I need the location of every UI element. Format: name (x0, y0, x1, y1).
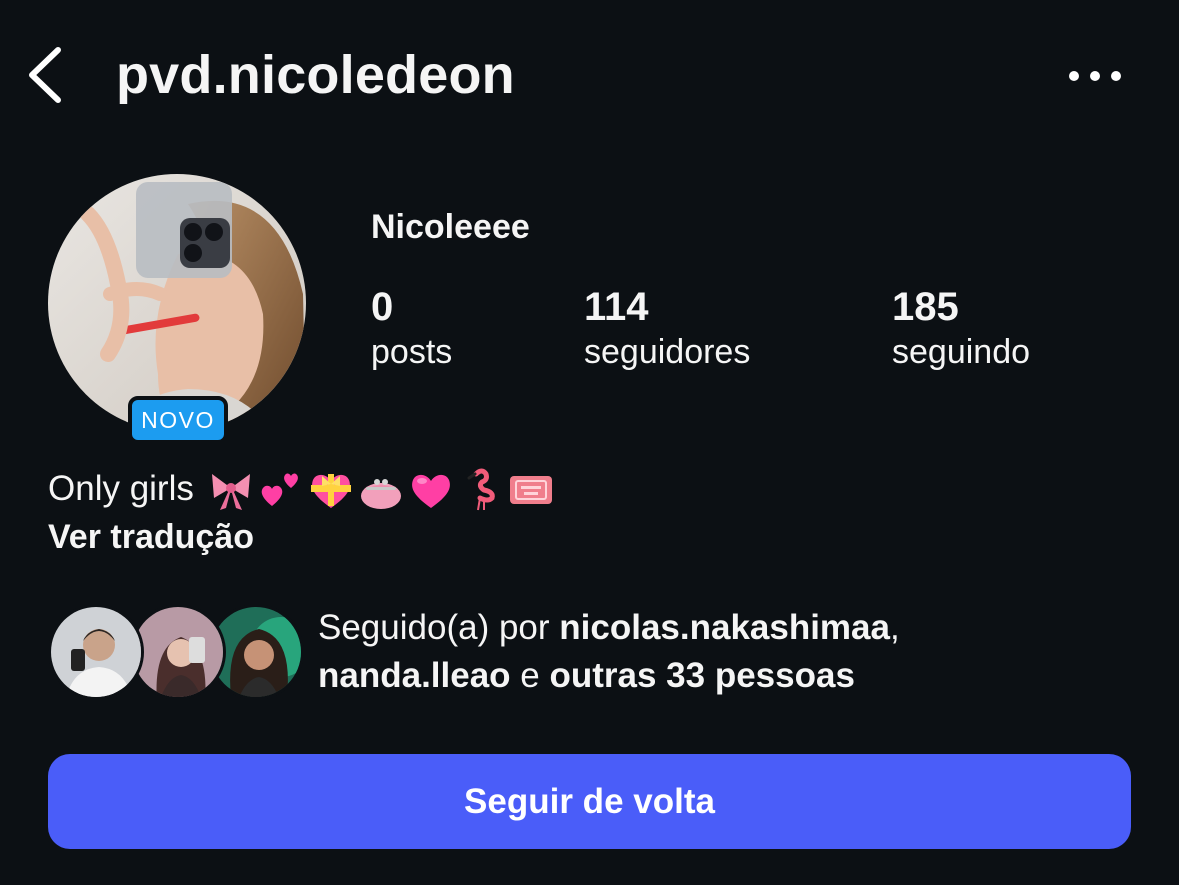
followed-by-separator: , (890, 608, 900, 647)
admission-ticket-icon (509, 476, 552, 504)
stat-posts-count: 0 (371, 285, 394, 329)
stat-posts-label: posts (371, 333, 453, 371)
profile-username: pvd.nicoledeon (116, 45, 515, 105)
bio-text: Only girls (48, 469, 194, 508)
follow-back-button[interactable]: Seguir de volta (48, 754, 1131, 849)
more-options-button[interactable] (1062, 58, 1128, 94)
ribbon-icon (211, 474, 250, 510)
mutual-followers[interactable]: Seguido(a) por nicolas.nakashimaa, nanda… (48, 600, 1148, 710)
followed-by-user-2[interactable]: nanda.lleao (318, 656, 511, 695)
followed-by-conjunction: e (510, 656, 550, 695)
two-hearts-icon (261, 473, 298, 506)
followed-by-others[interactable]: outras 33 pessoas (549, 656, 854, 695)
purse-icon (360, 479, 401, 509)
more-horizontal-icon (1069, 71, 1121, 81)
bio: Only girls (48, 466, 554, 512)
flamingo-icon (467, 468, 495, 511)
mutual-avatar-2 (130, 604, 226, 700)
top-bar: pvd.nicoledeon (0, 0, 1179, 150)
bio-emojis (208, 466, 554, 512)
profile-avatar-container[interactable] (48, 174, 306, 432)
chevron-left-icon (29, 47, 61, 103)
display-name: Nicoleeee (371, 208, 530, 246)
avatar (48, 174, 306, 432)
stat-following-label: seguindo (892, 333, 1031, 371)
avatar-photo (48, 174, 306, 432)
followed-by-prefix: Seguido(a) por (318, 608, 560, 647)
see-translation-link[interactable]: Ver tradução (48, 514, 254, 560)
stat-following[interactable]: 185 seguindo (892, 284, 1030, 374)
stat-followers[interactable]: 114 seguidores (584, 284, 750, 374)
followed-by-user-1[interactable]: nicolas.nakashimaa (559, 608, 890, 647)
stat-followers-count: 114 (584, 285, 649, 329)
new-badge: NOVO (128, 396, 228, 444)
heart-with-ribbon-icon (310, 474, 351, 508)
pink-heart-icon (411, 474, 450, 508)
stat-following-count: 185 (892, 285, 959, 329)
back-button[interactable] (22, 42, 72, 108)
followed-by-text: Seguido(a) por nicolas.nakashimaa, nanda… (318, 604, 900, 700)
stat-posts[interactable]: 0 posts (371, 284, 452, 374)
stat-followers-label: seguidores (584, 333, 751, 371)
mutual-avatar-1 (48, 604, 144, 700)
